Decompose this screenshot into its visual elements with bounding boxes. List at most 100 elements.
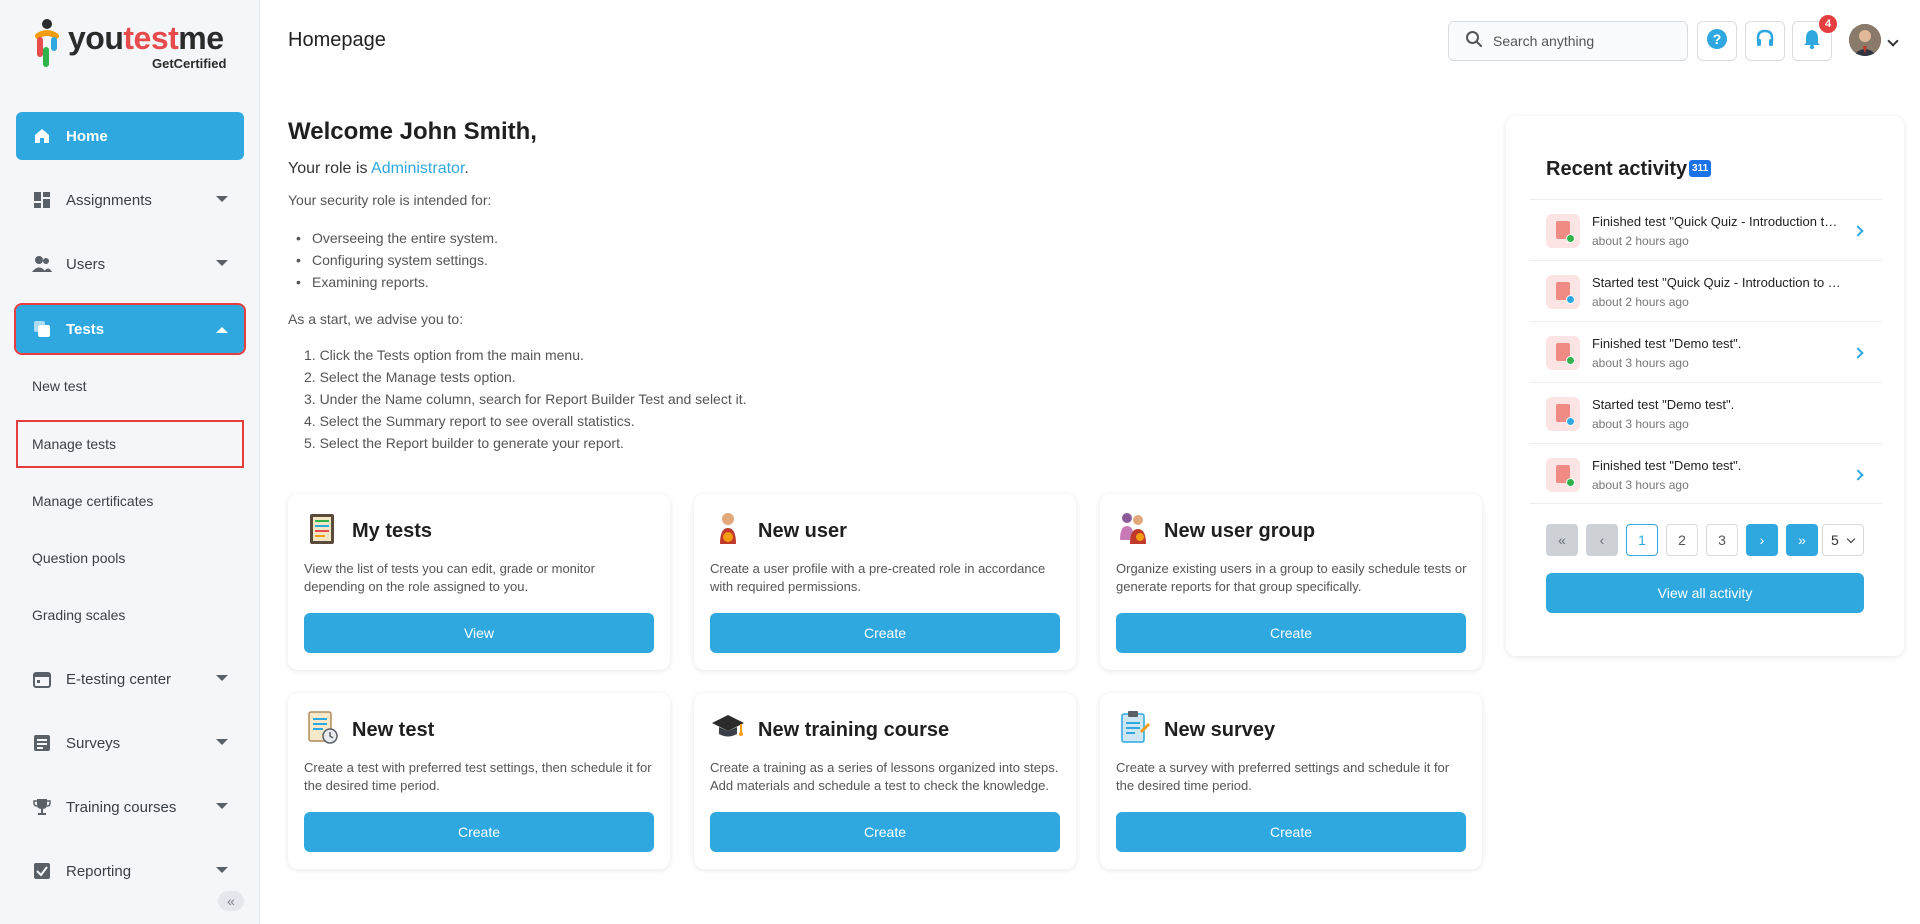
card-description: Create a test with preferred test settin… bbox=[304, 760, 652, 793]
page-button-2[interactable]: 2 bbox=[1666, 524, 1698, 556]
sidebar-item-assignments[interactable]: Assignments bbox=[16, 176, 244, 224]
sidebar-subitem-manage-tests[interactable]: Manage tests bbox=[16, 420, 244, 468]
sidebar-subitem-new-test[interactable]: New test bbox=[16, 362, 244, 410]
card-description: View the list of tests you can edit, gra… bbox=[304, 561, 595, 594]
chevron-right-icon bbox=[1852, 469, 1864, 481]
search-input[interactable] bbox=[1493, 33, 1673, 49]
activity-time: about 3 hours ago bbox=[1592, 417, 1689, 431]
create-user-group-button[interactable]: Create bbox=[1116, 613, 1466, 653]
role-bullet: Examining reports. bbox=[296, 274, 429, 290]
card-description: Create a user profile with a pre-created… bbox=[710, 561, 1046, 594]
avatar[interactable] bbox=[1849, 24, 1881, 56]
test-document-icon bbox=[1546, 275, 1580, 309]
sidebar-item-training-courses[interactable]: Training courses bbox=[16, 783, 244, 831]
chevron-down-icon bbox=[1846, 534, 1856, 544]
last-page-button[interactable]: » bbox=[1786, 524, 1818, 556]
logo[interactable]: youtestme GetCertified bbox=[34, 18, 234, 74]
test-document-icon bbox=[1546, 214, 1580, 248]
create-survey-button[interactable]: Create bbox=[1116, 812, 1466, 852]
page-button-3[interactable]: 3 bbox=[1706, 524, 1738, 556]
card-my-tests: My tests View the list of tests you can … bbox=[288, 494, 670, 670]
role-bullet: Overseeing the entire system. bbox=[296, 230, 498, 246]
double-chevron-left-icon: « bbox=[227, 893, 235, 909]
sidebar-item-reporting[interactable]: Reporting bbox=[16, 847, 244, 895]
sidebar: youtestme GetCertified Home Assignments … bbox=[0, 0, 260, 924]
chevron-down-icon bbox=[216, 675, 228, 681]
notifications-button[interactable]: 4 bbox=[1792, 15, 1837, 61]
advise-step: 5. Select the Report builder to generate… bbox=[304, 435, 624, 451]
sidebar-item-label: Surveys bbox=[66, 734, 121, 752]
report-icon bbox=[32, 861, 52, 881]
test-document-icon bbox=[1546, 458, 1580, 492]
chevron-up-icon bbox=[216, 327, 228, 333]
help-button[interactable]: ? bbox=[1697, 21, 1737, 61]
calendar-icon bbox=[32, 669, 52, 689]
sidebar-item-surveys[interactable]: Surveys bbox=[16, 719, 244, 767]
activity-text: Started test "Quick Quiz - Introduction … bbox=[1592, 275, 1842, 290]
dashboard-icon bbox=[32, 190, 52, 210]
double-chevron-left-icon: « bbox=[1558, 532, 1566, 548]
view-my-tests-button[interactable]: View bbox=[304, 613, 654, 653]
card-title: New survey bbox=[1164, 719, 1276, 741]
recent-activity-panel: Recent activity 311 Finished test "Quick… bbox=[1506, 116, 1904, 656]
card-title: New training course bbox=[758, 719, 950, 741]
role-link[interactable]: Administrator bbox=[371, 160, 464, 177]
card-description: Create a training as a series of lessons… bbox=[710, 760, 1059, 793]
sidebar-item-label: Reporting bbox=[66, 862, 132, 880]
logo-person-icon bbox=[35, 19, 59, 67]
sidebar-item-label: Tests bbox=[66, 320, 105, 338]
sidebar-item-e-testing-center[interactable]: E-testing center bbox=[16, 655, 244, 703]
sidebar-subitem-question-pools[interactable]: Question pools bbox=[16, 534, 244, 582]
activity-time: about 3 hours ago bbox=[1592, 478, 1689, 492]
activity-item[interactable]: Finished test "Demo test". about 3 hours… bbox=[1530, 443, 1882, 504]
search-box[interactable] bbox=[1448, 21, 1688, 61]
chevron-left-icon: ‹ bbox=[1599, 532, 1605, 548]
chevron-down-icon bbox=[216, 739, 228, 745]
sidebar-item-label: Training courses bbox=[66, 798, 177, 816]
role-line: Your role is Administrator. bbox=[288, 160, 469, 177]
page-button-1[interactable]: 1 bbox=[1626, 524, 1658, 556]
create-test-button[interactable]: Create bbox=[304, 812, 654, 852]
activity-item[interactable]: Finished test "Quick Quiz - Introduction… bbox=[1530, 199, 1882, 260]
activity-time: about 2 hours ago bbox=[1592, 295, 1689, 309]
activity-text: Finished test "Demo test". bbox=[1592, 336, 1742, 351]
sidebar-item-home[interactable]: Home bbox=[16, 112, 244, 160]
card-new-test: New test Create a test with preferred te… bbox=[288, 693, 670, 869]
chevron-down-icon[interactable] bbox=[1887, 35, 1899, 47]
advise-text: As a start, we advise you to: bbox=[288, 311, 464, 327]
support-button[interactable] bbox=[1745, 21, 1785, 61]
tests-icon bbox=[32, 319, 52, 339]
chevron-right-icon bbox=[1852, 347, 1864, 359]
card-new-survey: New survey Create a survey with preferre… bbox=[1100, 693, 1482, 869]
next-page-button[interactable]: › bbox=[1746, 524, 1778, 556]
activity-text: Started test "Demo test". bbox=[1592, 397, 1735, 412]
sidebar-item-label: Users bbox=[66, 255, 106, 273]
chevron-down-icon bbox=[216, 867, 228, 873]
activity-item: Started test "Demo test". about 3 hours … bbox=[1530, 382, 1882, 443]
card-title: New test bbox=[352, 719, 435, 741]
create-training-course-button[interactable]: Create bbox=[710, 812, 1060, 852]
first-page-button[interactable]: « bbox=[1546, 524, 1578, 556]
logo-tagline: GetCertified bbox=[152, 56, 227, 71]
role-bullet: Configuring system settings. bbox=[296, 252, 488, 268]
collapse-sidebar-button[interactable]: « bbox=[218, 891, 244, 911]
sidebar-subitem-manage-certificates[interactable]: Manage certificates bbox=[16, 477, 244, 525]
double-chevron-right-icon: » bbox=[1798, 532, 1806, 548]
new-user-icon bbox=[710, 510, 746, 546]
sidebar-subitem-grading-scales[interactable]: Grading scales bbox=[16, 591, 244, 639]
view-all-activity-button[interactable]: View all activity bbox=[1546, 573, 1864, 613]
page-size-select[interactable]: 5 bbox=[1822, 524, 1864, 556]
new-test-icon bbox=[304, 709, 340, 745]
card-title: New user group bbox=[1164, 520, 1316, 542]
advise-step: 4. Select the Summary report to see over… bbox=[304, 413, 635, 429]
activity-item[interactable]: Finished test "Demo test". about 3 hours… bbox=[1530, 321, 1882, 382]
welcome-heading: Welcome John Smith, bbox=[288, 118, 537, 145]
new-user-group-icon bbox=[1116, 510, 1152, 546]
sidebar-item-users[interactable]: Users bbox=[16, 240, 244, 288]
card-new-user-group: New user group Organize existing users i… bbox=[1100, 494, 1482, 670]
test-document-icon bbox=[1546, 397, 1580, 431]
sidebar-item-tests[interactable]: Tests bbox=[14, 303, 246, 355]
create-user-button[interactable]: Create bbox=[710, 613, 1060, 653]
activity-text: Finished test "Quick Quiz - Introduction… bbox=[1592, 214, 1842, 229]
previous-page-button[interactable]: ‹ bbox=[1586, 524, 1618, 556]
